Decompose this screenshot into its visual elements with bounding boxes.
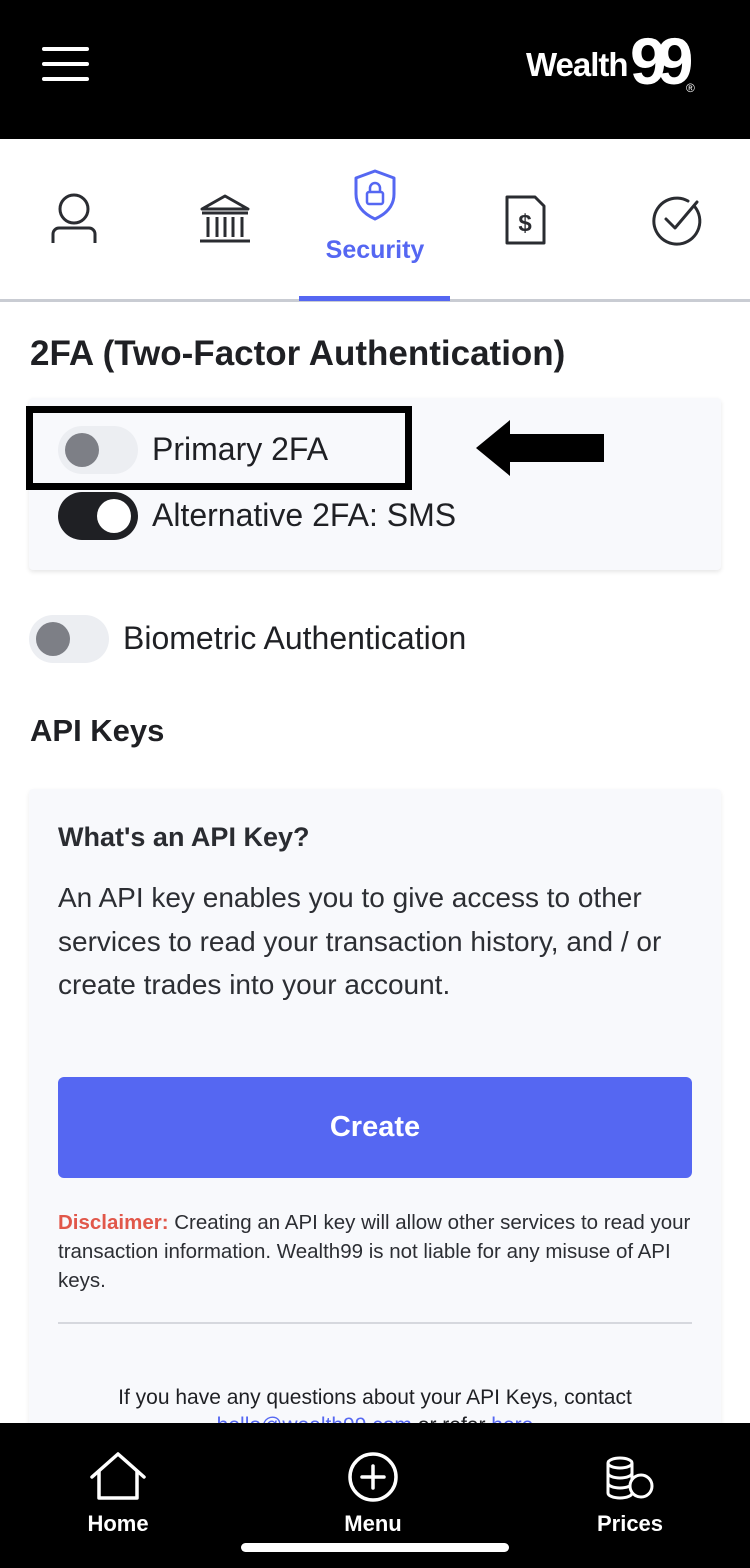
contact-text: If you have any questions about your API… <box>118 1386 632 1409</box>
svg-text:$: $ <box>518 210 532 237</box>
contact-email-link[interactable]: hello@wealth99.com <box>217 1414 412 1423</box>
api-question: What's an API Key? <box>58 822 310 852</box>
contact-links: hello@wealth99.com or refer here <box>58 1412 692 1423</box>
alternative-2fa-toggle[interactable] <box>58 492 138 540</box>
logo-99-mark: 99 ® <box>630 34 702 96</box>
nav-prices-label: Prices <box>596 1511 664 1536</box>
refer-here-link[interactable]: here <box>491 1414 533 1423</box>
nav-menu[interactable]: Menu <box>283 1423 463 1543</box>
hamburger-icon[interactable] <box>42 47 90 81</box>
disclaimer-title: Disclaimer: <box>58 1211 169 1234</box>
twofa-heading: 2FA (Two-Factor Authentication) <box>30 334 566 373</box>
create-api-key-button[interactable]: Create <box>58 1077 692 1178</box>
biometric-toggle[interactable] <box>29 615 109 663</box>
bank-icon <box>200 194 250 243</box>
api-keys-heading: API Keys <box>30 713 165 748</box>
check-circle-icon <box>652 196 702 246</box>
tab-profile[interactable] <box>0 139 150 302</box>
disclaimer-text: Disclaimer: Creating an API key will all… <box>58 1208 692 1295</box>
api-description: An API key enables you to give access to… <box>58 882 662 1000</box>
nav-home[interactable]: Home <box>28 1423 208 1543</box>
nav-menu-label: Menu <box>344 1511 402 1536</box>
settings-tabs: Security $ <box>0 139 750 302</box>
user-icon <box>51 193 97 243</box>
tab-documents[interactable]: $ <box>450 139 600 302</box>
plus-circle-icon <box>348 1452 398 1502</box>
nav-home-label: Home <box>87 1511 149 1536</box>
tab-security-label: Security <box>325 236 425 264</box>
coins-icon <box>606 1456 654 1500</box>
svg-text:99: 99 <box>630 34 692 96</box>
nav-prices[interactable]: Prices <box>540 1423 720 1543</box>
divider <box>58 1322 692 1324</box>
svg-text:®: ® <box>686 81 695 95</box>
home-indicator <box>241 1543 509 1552</box>
shield-lock-icon <box>354 169 396 221</box>
tab-bank[interactable] <box>150 139 300 302</box>
alternative-2fa-label: Alternative 2FA: SMS <box>152 497 457 533</box>
contact-mid-text: or refer <box>412 1414 491 1423</box>
wealth99-logo[interactable]: Wealth 99 ® <box>526 34 708 96</box>
tab-verification[interactable] <box>600 139 750 302</box>
home-icon <box>90 1452 146 1500</box>
active-tab-indicator <box>299 296 450 301</box>
app-header: Wealth 99 ® <box>0 0 750 139</box>
annotation-arrow-icon <box>476 420 604 476</box>
annotation-highlight-box <box>26 406 412 490</box>
tab-security[interactable]: Security <box>300 139 450 302</box>
biometric-label: Biometric Authentication <box>123 620 467 656</box>
dollar-document-icon: $ <box>505 195 546 245</box>
